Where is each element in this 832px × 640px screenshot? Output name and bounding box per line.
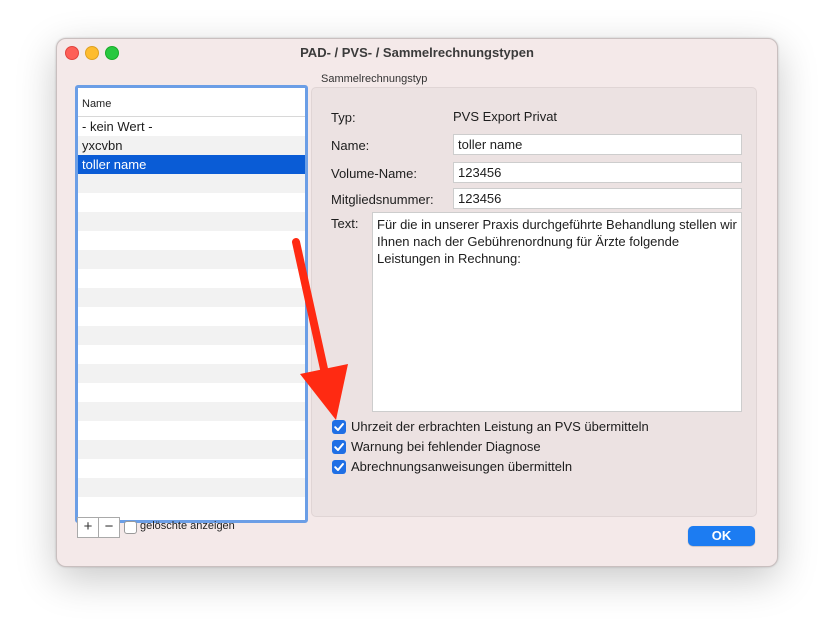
empty-row bbox=[78, 402, 305, 421]
name-label: Name: bbox=[331, 138, 370, 153]
empty-row bbox=[78, 231, 305, 250]
group-title: Sammelrechnungstyp bbox=[321, 73, 428, 85]
empty-row bbox=[78, 269, 305, 288]
list-column-header[interactable]: Name bbox=[78, 88, 305, 117]
mitgliedsnummer-label: Mitgliedsnummer: bbox=[331, 192, 434, 207]
text-label: Text: bbox=[331, 216, 359, 231]
dialog-window: PAD- / PVS- / Sammelrechnungstypen Name … bbox=[56, 38, 778, 567]
empty-row bbox=[78, 383, 305, 402]
typ-value: PVS Export Privat bbox=[453, 109, 558, 124]
empty-row bbox=[78, 288, 305, 307]
option-label-uhrzeit[interactable]: Uhrzeit der erbrachten Leistung an PVS ü… bbox=[351, 419, 649, 434]
checkmark-icon bbox=[334, 443, 344, 451]
volume-name-field[interactable]: 123456 bbox=[453, 162, 742, 183]
list-item[interactable]: yxcvbn bbox=[78, 136, 305, 155]
option-checkbox-abrechnung[interactable] bbox=[332, 460, 346, 474]
text-area[interactable]: Für die in unserer Praxis durchgeführte … bbox=[372, 212, 742, 412]
title-bar[interactable]: PAD- / PVS- / Sammelrechnungstypen bbox=[57, 39, 777, 67]
empty-row bbox=[78, 421, 305, 440]
sammelrechnungstyp-group: Typ: PVS Export Privat Name: toller name… bbox=[311, 87, 757, 517]
checkmark-icon bbox=[334, 463, 344, 471]
empty-row bbox=[78, 250, 305, 269]
empty-row bbox=[78, 478, 305, 497]
option-label-abrechnung[interactable]: Abrechnungsanweisungen übermitteln bbox=[351, 459, 572, 474]
empty-row bbox=[78, 459, 305, 478]
remove-button[interactable]: − bbox=[98, 517, 120, 538]
empty-row bbox=[78, 497, 305, 516]
list-item[interactable]: - kein Wert - bbox=[78, 117, 305, 136]
empty-row bbox=[78, 364, 305, 383]
ok-button[interactable]: OK bbox=[688, 526, 755, 546]
name-field[interactable]: toller name bbox=[453, 134, 742, 155]
empty-row bbox=[78, 212, 305, 231]
empty-row bbox=[78, 174, 305, 193]
option-label-warnung[interactable]: Warnung bei fehlender Diagnose bbox=[351, 439, 541, 454]
empty-row bbox=[78, 193, 305, 212]
add-button[interactable]: + bbox=[77, 517, 99, 538]
mitgliedsnummer-field[interactable]: 123456 bbox=[453, 188, 742, 209]
show-deleted-label[interactable]: gelöschte anzeigen bbox=[140, 520, 235, 532]
volume-name-label: Volume-Name: bbox=[331, 166, 417, 181]
typ-label: Typ: bbox=[331, 110, 356, 125]
list-item-selected[interactable]: toller name bbox=[78, 155, 305, 174]
checkmark-icon bbox=[334, 423, 344, 431]
empty-row bbox=[78, 440, 305, 459]
option-checkbox-warnung[interactable] bbox=[332, 440, 346, 454]
empty-row bbox=[78, 345, 305, 364]
empty-row bbox=[78, 326, 305, 345]
option-checkbox-uhrzeit[interactable] bbox=[332, 420, 346, 434]
list-header-label: Name bbox=[82, 98, 112, 110]
window-title: PAD- / PVS- / Sammelrechnungstypen bbox=[300, 45, 534, 60]
empty-row bbox=[78, 307, 305, 326]
name-list[interactable]: Name - kein Wert - yxcvbn toller name bbox=[75, 85, 308, 523]
show-deleted-checkbox[interactable] bbox=[124, 521, 137, 534]
